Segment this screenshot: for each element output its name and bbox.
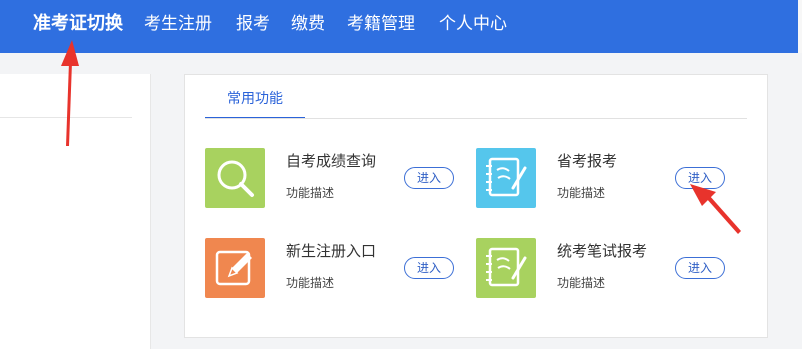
nav-item-payment[interactable]: 缴费 [291,0,325,48]
function-desc: 功能描述 [557,186,606,200]
nav-item-registration[interactable]: 考生注册 [144,0,212,48]
top-nav-bar: 准考证切换 考生注册 报考 缴费 考籍管理 个人中心 [0,0,802,53]
enter-button-new-student-registration[interactable]: 进入 [404,257,454,279]
nav-item-admission-switch[interactable]: 准考证切换 [33,0,123,48]
nav-item-apply[interactable]: 报考 [236,0,270,48]
scroll-edge [798,0,802,53]
common-functions-card: 常用功能 自考成绩查询 功能描述 进入 省考报考 功能描述 进入 新生注册入口 [184,74,768,338]
function-title-provincial-exam: 省考报考 [557,152,618,170]
function-title-unified-written-exam: 统考笔试报考 [557,242,648,260]
enter-button-provincial-exam[interactable]: 进入 [675,167,725,189]
function-desc: 功能描述 [286,186,335,200]
notebook-icon[interactable] [476,148,536,208]
tab-underline-divider [205,118,747,119]
nav-item-personal-center[interactable]: 个人中心 [439,0,507,48]
notebook-icon[interactable] [476,238,536,298]
nav-item-records[interactable]: 考籍管理 [347,0,415,48]
function-desc: 功能描述 [557,276,606,290]
tab-common-functions[interactable]: 常用功能 [205,86,305,119]
function-desc: 功能描述 [286,276,335,290]
search-icon[interactable] [205,148,265,208]
enter-button-score-query[interactable]: 进入 [404,167,454,189]
edit-icon[interactable] [205,238,265,298]
function-title-score-query: 自考成绩查询 [286,152,377,170]
enter-button-unified-written-exam[interactable]: 进入 [675,257,725,279]
left-panel [0,74,151,349]
left-panel-divider [0,117,132,118]
function-title-new-student-registration: 新生注册入口 [286,242,377,260]
